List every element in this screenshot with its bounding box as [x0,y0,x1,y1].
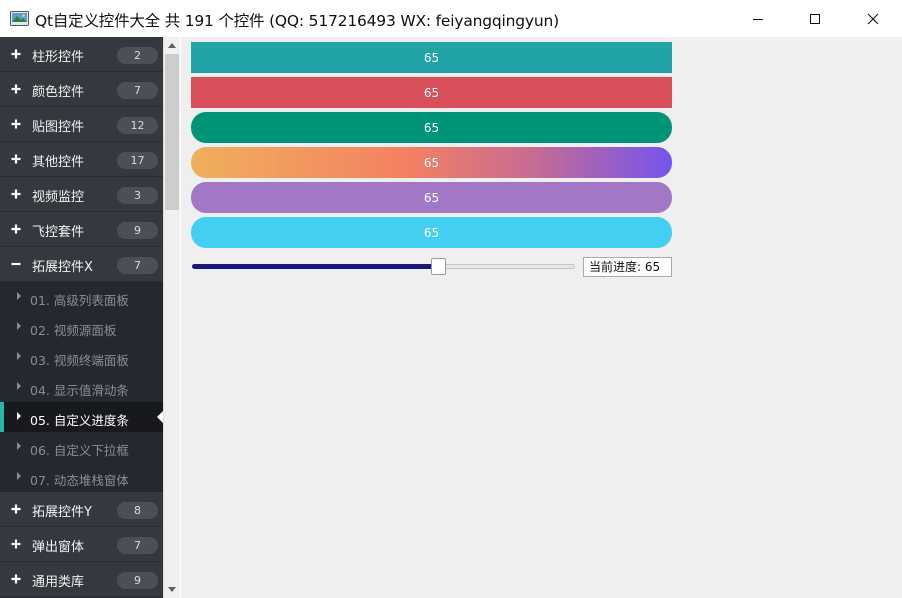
progress-value: 65 [423,190,440,205]
sidebar-group-label: 柱形控件 [32,50,85,65]
sidebar-item-label: 06. 自定义下拉框 [30,443,129,458]
caret-right-icon [17,442,21,450]
count-badge: 12 [117,117,158,134]
count-badge: 2 [117,47,158,64]
count-badge: 3 [117,187,158,204]
caret-right-icon [17,322,21,330]
sidebar-item[interactable]: 04. 显示值滑动条 [0,372,163,402]
scroll-down-arrow-icon[interactable] [168,587,176,592]
sidebar-group-label: 颜色控件 [32,85,85,100]
sidebar-item[interactable]: 02. 视频源面板 [0,312,163,342]
count-badge: 8 [117,502,158,519]
minus-icon [11,262,21,266]
progress-bar-green: 65 [191,112,672,143]
sidebar-group-label: 拓展控件Y [32,505,92,520]
caret-right-icon [17,412,21,420]
sidebar-group-video[interactable]: 视频监控 3 [0,177,163,212]
plus-icon [11,574,21,584]
close-icon [867,13,879,24]
sidebar-group-label: 视频监控 [32,190,85,205]
sidebar-item[interactable]: 07. 动态堆栈窗体 [0,462,163,492]
sidebar-group-label: 弹出窗体 [32,540,85,555]
progress-bar-red: 65 [191,77,672,108]
sidebar-item-label: 02. 视频源面板 [30,323,117,338]
sidebar-item-label: 01. 高级列表面板 [30,293,129,308]
sidebar-item[interactable]: 01. 高级列表面板 [0,282,163,312]
maximize-icon [810,13,820,24]
count-badge: 7 [117,537,158,554]
plus-icon [11,49,21,59]
progress-bar-teal: 65 [191,42,672,73]
content-panel: 65 65 65 65 65 65 当前进度: 65 [181,37,902,598]
sidebar-group-label: 通用类库 [32,575,85,590]
plus-icon [11,189,21,199]
count-badge: 7 [117,257,158,274]
sidebar-group-library[interactable]: 通用类库 9 [0,562,163,597]
minimize-icon [753,18,763,20]
count-badge: 7 [117,82,158,99]
progress-value: 65 [423,155,440,170]
count-badge: 9 [117,222,158,239]
sidebar-group-flight[interactable]: 飞控套件 9 [0,212,163,247]
scroll-up-arrow-icon[interactable] [168,43,176,48]
sidebar-group-other[interactable]: 其他控件 17 [0,142,163,177]
plus-icon [11,224,21,234]
sidebar-item-label: 03. 视频终端面板 [30,353,129,368]
progress-value: 65 [423,120,440,135]
caret-right-icon [17,472,21,480]
sidebar-group-color[interactable]: 颜色控件 7 [0,72,163,107]
plus-icon [11,84,21,94]
slider-handle[interactable] [431,258,446,275]
progress-value-label: 当前进度: 65 [583,257,672,277]
maximize-button[interactable] [786,0,844,37]
sidebar-item[interactable]: 03. 视频终端面板 [0,342,163,372]
sidebar-item-active[interactable]: 05. 自定义进度条 [0,402,163,432]
plus-icon [11,539,21,549]
slider-fill [192,264,433,269]
sidebar-group-bar[interactable]: 柱形控件 2 [0,37,163,72]
sidebar-group-label: 拓展控件X [32,260,93,275]
progress-slider[interactable] [192,257,576,277]
title-bar: Qt自定义控件大全 共 191 个控件 (QQ: 517216493 WX: f… [0,0,902,37]
sidebar-group-label: 贴图控件 [32,120,85,135]
scroll-thumb[interactable] [165,54,179,210]
plus-icon [11,119,21,129]
sidebar-item[interactable]: 06. 自定义下拉框 [0,432,163,462]
active-indicator [0,402,4,432]
minimize-button[interactable] [729,0,787,37]
sidebar-item-label: 05. 自定义进度条 [30,413,129,428]
progress-bar-gradient: 65 [191,147,672,178]
window-title: Qt自定义控件大全 共 191 个控件 (QQ: 517216493 WX: f… [35,12,559,30]
app-icon [10,11,29,26]
close-button[interactable] [844,0,902,37]
sidebar-group-extension-x[interactable]: 拓展控件X 7 [0,247,163,282]
caret-right-icon [17,352,21,360]
count-badge: 17 [117,152,158,169]
sidebar-group-image[interactable]: 贴图控件 12 [0,107,163,142]
caret-right-icon [17,382,21,390]
sidebar-group-label: 其他控件 [32,155,85,170]
sidebar-group-popup[interactable]: 弹出窗体 7 [0,527,163,562]
progress-value: 65 [423,50,440,65]
sidebar-item-label: 07. 动态堆栈窗体 [30,473,129,488]
progress-value: 65 [423,225,440,240]
count-badge: 9 [117,572,158,589]
progress-bar-cyan: 65 [191,217,672,248]
caret-right-icon [17,292,21,300]
plus-icon [11,154,21,164]
sidebar-item-label: 04. 显示值滑动条 [30,383,129,398]
sidebar-group-label: 飞控套件 [32,225,85,240]
plus-icon [11,504,21,514]
progress-bar-purple: 65 [191,182,672,213]
sidebar-scrollbar[interactable] [163,37,180,598]
sidebar-group-extension-y[interactable]: 拓展控件Y 8 [0,492,163,527]
progress-value: 65 [423,85,440,100]
sidebar-nav: 柱形控件 2 颜色控件 7 贴图控件 12 其他控件 17 视频监控 3 飞控套… [0,37,163,598]
